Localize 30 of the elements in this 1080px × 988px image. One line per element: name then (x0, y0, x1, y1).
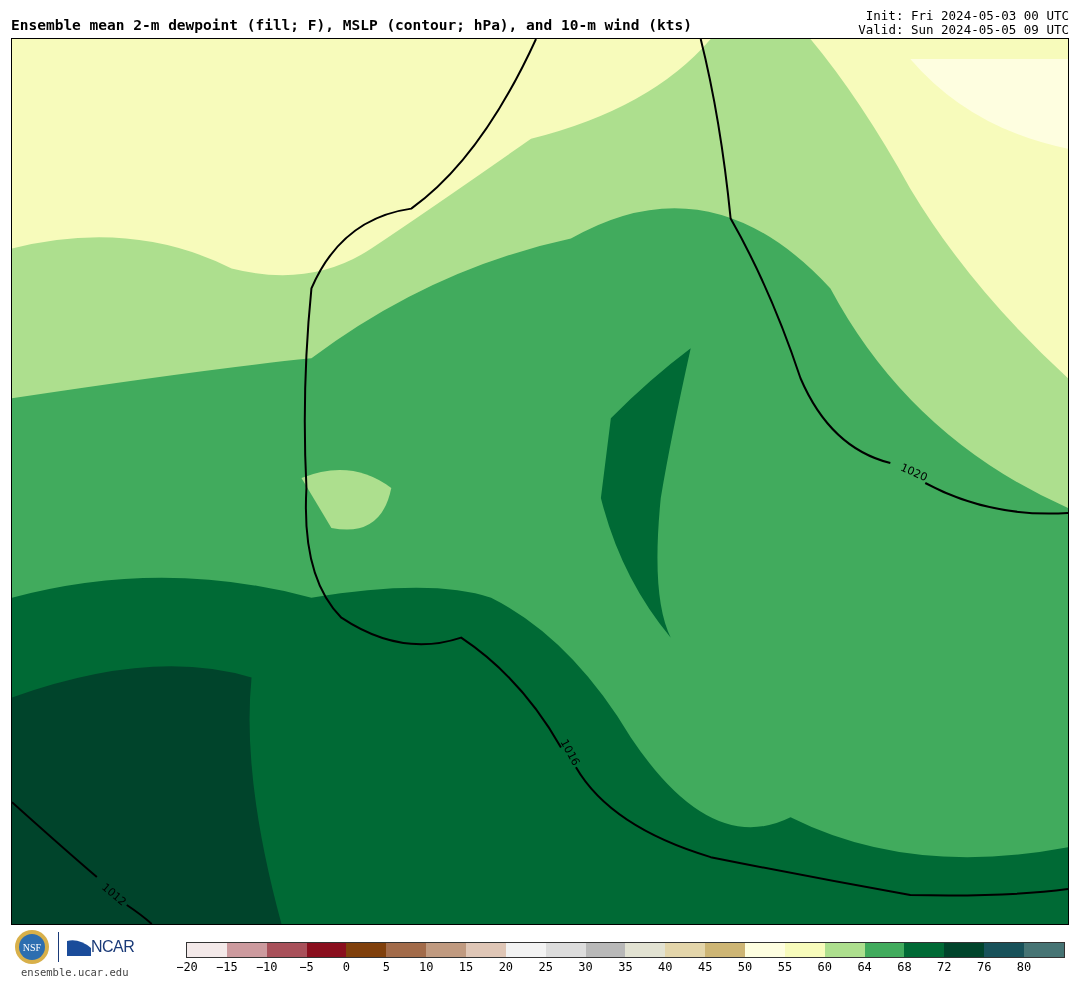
tick-label: 45 (697, 961, 713, 973)
tick-label: 64 (857, 961, 872, 973)
tick-label: −10 (255, 961, 278, 973)
tick-label: 72 (937, 961, 952, 973)
tick-label: −15 (216, 961, 238, 973)
tick-label: 80 (1016, 961, 1032, 973)
isobar-label: 1020 (898, 461, 930, 484)
tick-label: 10 (418, 961, 434, 973)
tick-label: 68 (897, 961, 912, 973)
tick-label: 60 (817, 961, 832, 973)
ncar-logo-icon (67, 938, 91, 956)
init-time: Init: Fri 2024-05-03 00 UTC (864, 9, 1069, 23)
tick-label: 5 (382, 961, 390, 973)
tick-label: 50 (737, 961, 753, 973)
tick-label: 0 (342, 961, 351, 973)
tick-label: −20 (176, 961, 198, 973)
tick-label: −5 (299, 961, 314, 973)
site-url: ensemble.ucar.edu (21, 965, 130, 980)
tick-label: 40 (658, 961, 673, 973)
tick-label: 20 (498, 961, 514, 973)
chart-title: Ensemble mean 2-m dewpoint (fill; F), MSLP (contour; hPa), and 10-m wind (kts) (11, 17, 692, 35)
tick-label: 30 (578, 961, 593, 973)
tick-label: 25 (538, 961, 553, 973)
tick-label: 15 (458, 961, 474, 973)
tick-label: 55 (777, 961, 793, 973)
tick-label: 35 (618, 961, 633, 973)
valid-time: Valid: Sun 2024-05-05 09 UTC (858, 23, 1069, 37)
tick-label: 76 (976, 961, 992, 973)
nsf-logo-icon: NSF (14, 929, 50, 965)
ncar-logo-text: NCAR (91, 937, 135, 957)
